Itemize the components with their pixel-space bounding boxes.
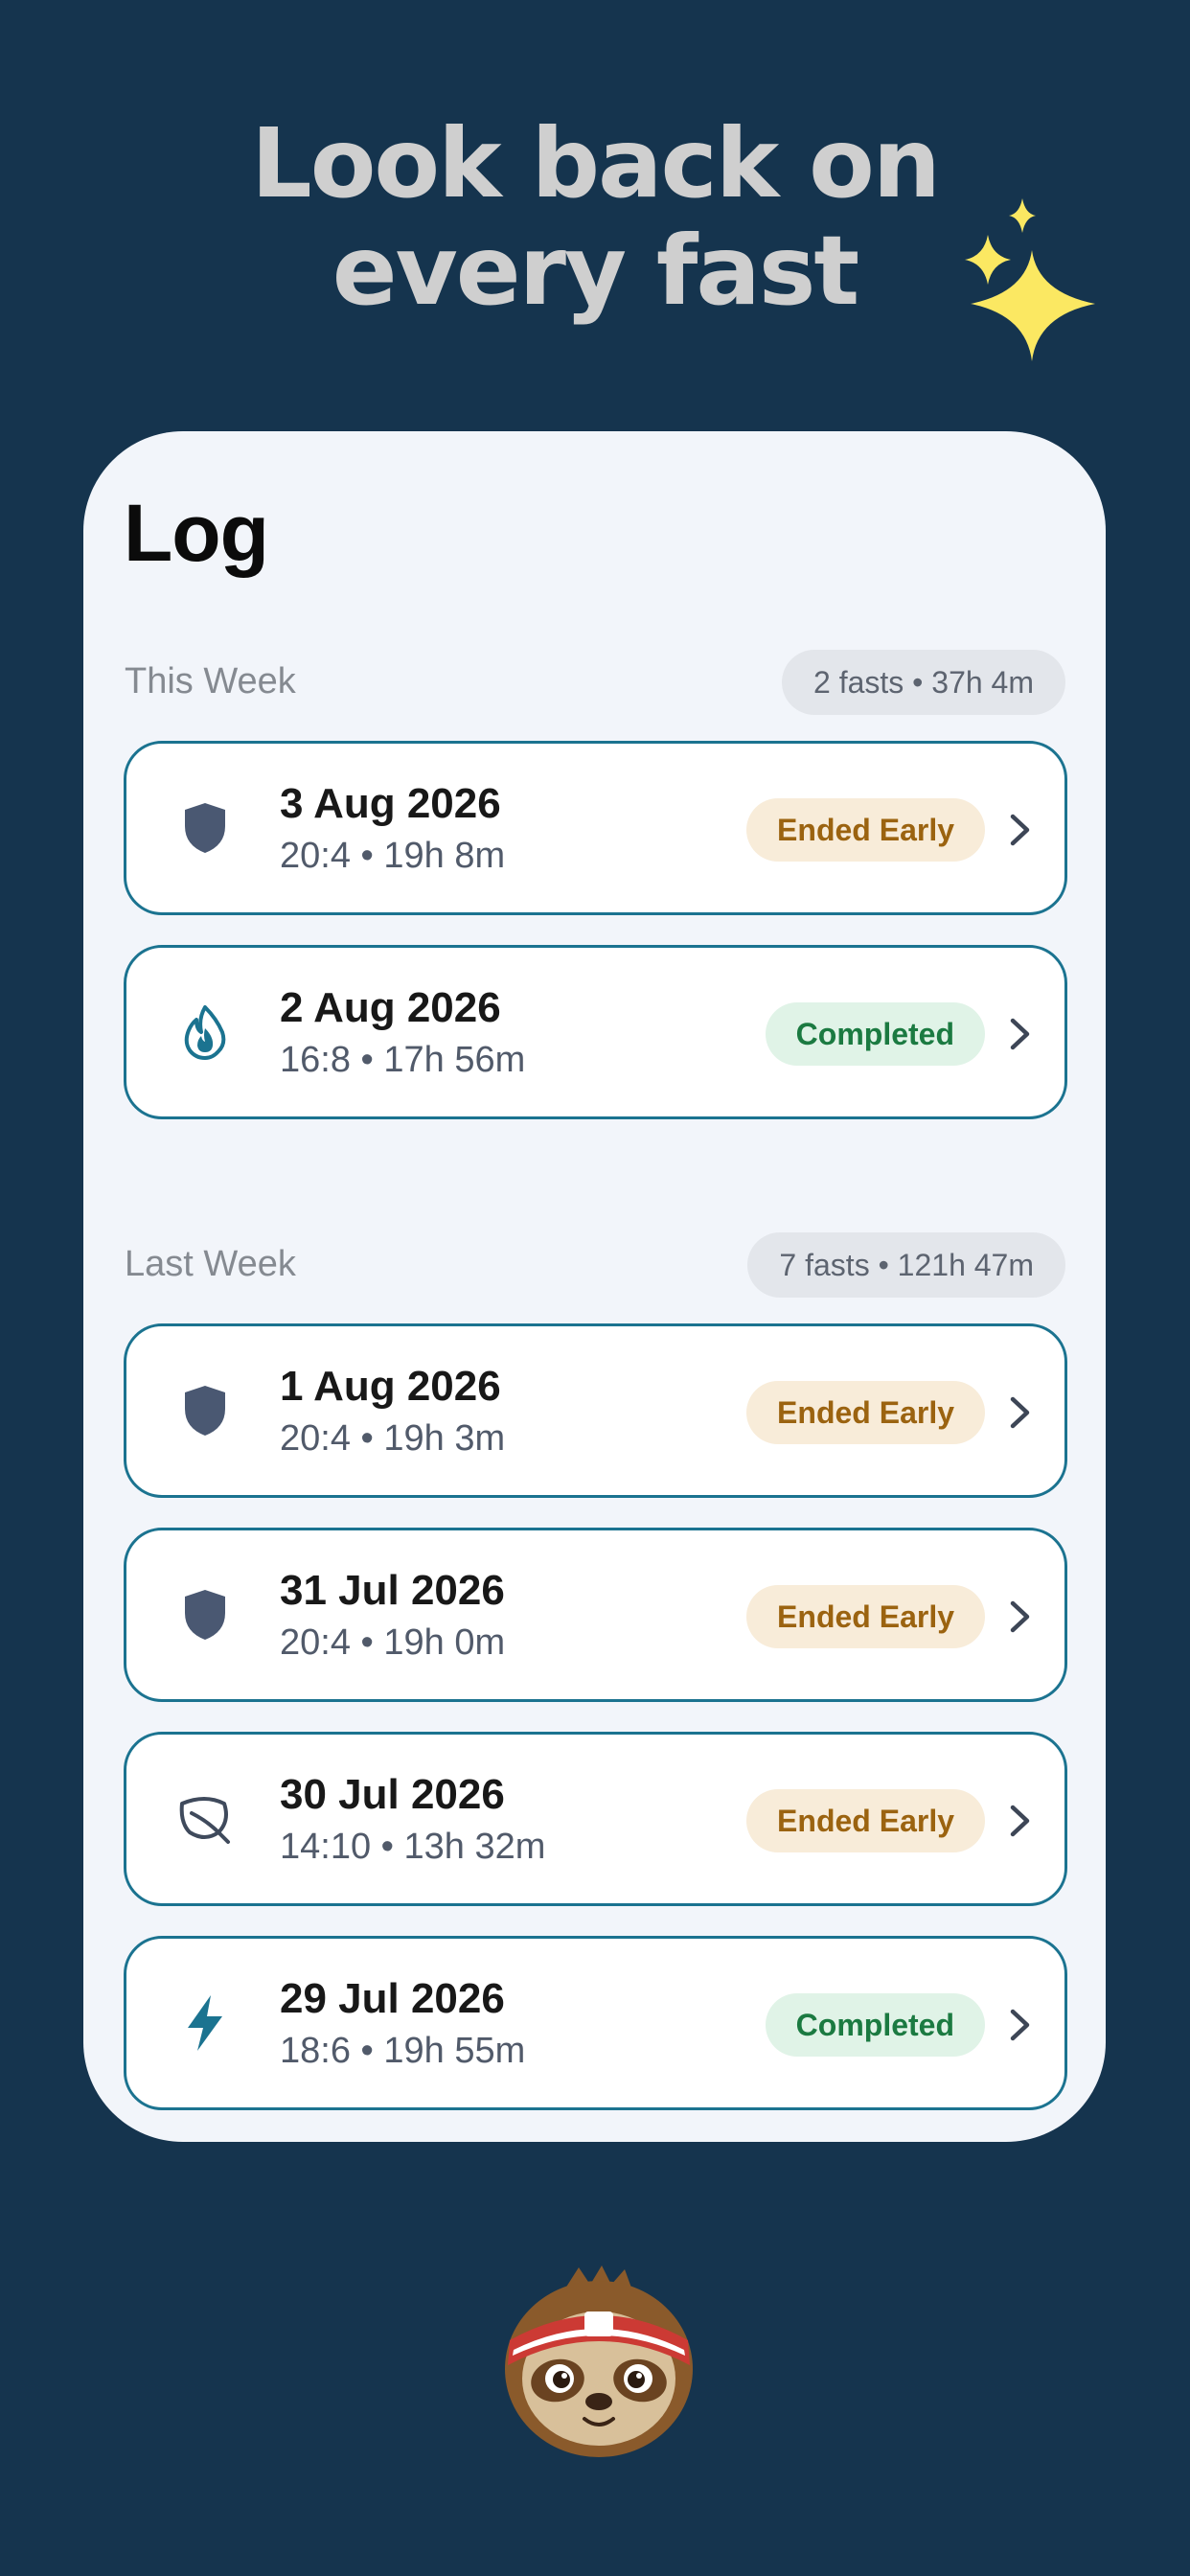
shield-icon: [174, 1584, 236, 1645]
row-date: 31 Jul 2026: [280, 1567, 505, 1614]
status-badge: Ended Early: [746, 1381, 985, 1444]
row-date: 29 Jul 2026: [280, 1975, 505, 2022]
sloth-mascot-icon: [505, 2266, 693, 2457]
row-detail: 20:4 • 19h 0m: [280, 1622, 506, 1663]
log-row[interactable]: 29 Jul 2026 18:6 • 19h 55m Completed: [124, 1936, 1067, 2110]
shield-icon: [174, 1380, 236, 1441]
summary-badge-this-week: 2 fasts • 37h 4m: [782, 650, 1065, 715]
chevron-right-icon: [1010, 1600, 1030, 1633]
row-detail: 18:6 • 19h 55m: [280, 2031, 526, 2071]
status-badge: Ended Early: [746, 1789, 985, 1852]
shield-icon: [174, 797, 236, 859]
flame-icon: [174, 1001, 236, 1063]
lightning-icon: [174, 1992, 236, 2054]
section-label-last-week: Last Week: [125, 1244, 296, 1284]
sparkles-icon: [965, 198, 1095, 361]
log-card: Log This Week 2 fasts • 37h 4m 3 Aug 202…: [83, 431, 1106, 2142]
log-row[interactable]: 1 Aug 2026 20:4 • 19h 3m Ended Early: [124, 1323, 1067, 1498]
chevron-right-icon: [1010, 1396, 1030, 1429]
chevron-right-icon: [1010, 814, 1030, 846]
row-detail: 20:4 • 19h 8m: [280, 836, 506, 876]
status-badge: Ended Early: [746, 798, 985, 862]
log-row[interactable]: 2 Aug 2026 16:8 • 17h 56m Completed: [124, 945, 1067, 1119]
page-title: Log: [124, 488, 269, 578]
status-badge: Completed: [765, 1002, 985, 1066]
row-detail: 14:10 • 13h 32m: [280, 1827, 546, 1867]
row-date: 30 Jul 2026: [280, 1771, 505, 1818]
section-label-this-week: This Week: [125, 661, 296, 702]
row-date: 2 Aug 2026: [280, 984, 501, 1031]
log-row[interactable]: 31 Jul 2026 20:4 • 19h 0m Ended Early: [124, 1528, 1067, 1702]
status-badge: Ended Early: [746, 1585, 985, 1648]
summary-badge-last-week: 7 fasts • 121h 47m: [747, 1232, 1065, 1298]
row-date: 1 Aug 2026: [280, 1363, 501, 1410]
row-date: 3 Aug 2026: [280, 780, 501, 827]
status-badge: Completed: [765, 1993, 985, 2057]
log-row[interactable]: 3 Aug 2026 20:4 • 19h 8m Ended Early: [124, 741, 1067, 915]
leaf-icon: [174, 1788, 236, 1850]
row-detail: 16:8 • 17h 56m: [280, 1040, 526, 1080]
chevron-right-icon: [1010, 1805, 1030, 1837]
chevron-right-icon: [1010, 2009, 1030, 2041]
log-row[interactable]: 30 Jul 2026 14:10 • 13h 32m Ended Early: [124, 1732, 1067, 1906]
chevron-right-icon: [1010, 1018, 1030, 1050]
row-detail: 20:4 • 19h 3m: [280, 1418, 506, 1459]
